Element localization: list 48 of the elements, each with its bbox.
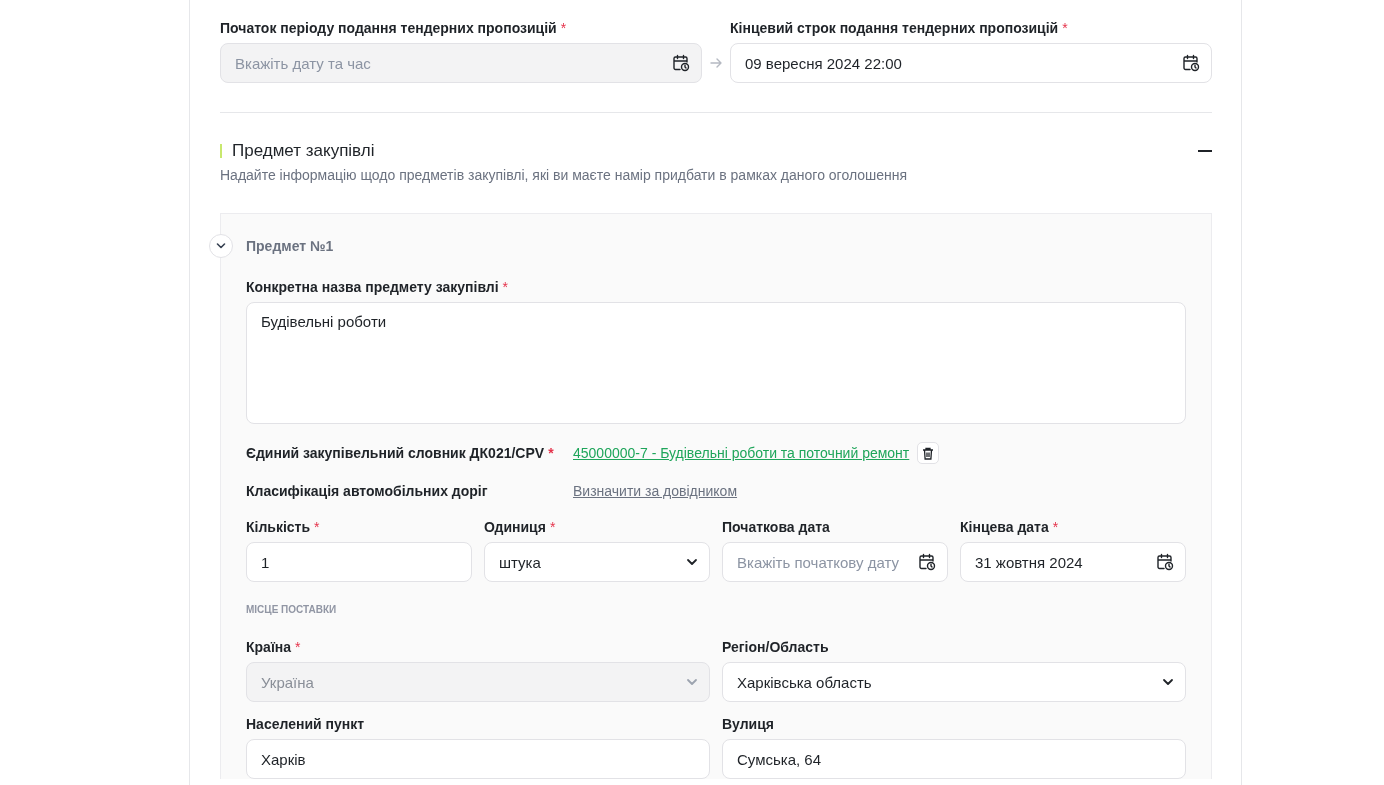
item-title: Предмет №1 [246, 237, 335, 256]
text-input[interactable]: 1 [246, 542, 472, 582]
calendar-icon[interactable] [918, 553, 936, 571]
trash-icon [922, 446, 935, 460]
field-label: Вулиця [722, 715, 774, 733]
date-field[interactable]: 31 жовтня 2024 [960, 542, 1186, 582]
toggle-button[interactable] [209, 234, 233, 258]
calendar-icon[interactable] [1156, 553, 1174, 571]
field-label: Кількість [246, 518, 311, 536]
subsection-heading: МІСЦЕ ПОСТАВКИ [246, 604, 338, 615]
date-field[interactable]: 09 вересня 2024 22:00 [730, 43, 1212, 83]
required-mark: * [295, 638, 301, 656]
required-mark: * [1052, 518, 1059, 536]
dropdown[interactable]: Харківська область [722, 662, 1186, 702]
field-label: Кінцевий строк подання тендерних пропозицій [730, 19, 1059, 37]
text-area[interactable]: Будівельні роботи [246, 302, 1186, 424]
chevron-icon [216, 243, 226, 249]
calendar-icon[interactable] [672, 54, 690, 72]
required-mark: * [548, 445, 554, 461]
field-label: Конкретна назва предмету закупівлі [246, 278, 499, 296]
field-label: Єдиний закупівельний словник ДК021/CPV [246, 445, 545, 461]
accent-bar [220, 144, 222, 158]
chevron-down-icon [686, 558, 698, 566]
field-label: Регіон/Область [722, 638, 829, 656]
section-description: Надайте інформацію щодо предметів закупівлі, які ви маєте намір придбати в рамках даного оголошення [220, 167, 909, 183]
dropdown[interactable]: штука [484, 542, 710, 582]
text-input[interactable]: Сумська, 64 [722, 739, 1186, 779]
lookup-link[interactable]: Визначити за довідником [573, 483, 738, 499]
field-label: Населений пункт [246, 715, 365, 733]
field-label: Класифікація автомобільних доріг [246, 483, 488, 499]
text-input[interactable]: Харків [246, 739, 710, 779]
chevron-down-icon [686, 678, 698, 686]
section-title: Предмет закупівлі [232, 141, 376, 161]
field-label: Кінцева дата [960, 518, 1049, 536]
date-field[interactable]: Вкажіть початкову дату [722, 542, 948, 582]
required-mark: * [502, 278, 509, 296]
required-mark: * [560, 19, 567, 37]
required-mark: * [314, 518, 320, 536]
calendar-icon[interactable] [1182, 54, 1200, 72]
field-label: Початок періоду подання тендерних пропозицій [220, 19, 557, 37]
field-label: Початкова дата [722, 518, 830, 536]
field-label: Одиниця [484, 518, 546, 536]
delete-button[interactable] [917, 442, 940, 464]
chevron-down-icon [1162, 678, 1174, 686]
required-mark: * [1062, 19, 1068, 37]
required-mark: * [549, 518, 556, 536]
arrow-right-icon [710, 58, 722, 68]
field-label: Країна [246, 638, 292, 656]
